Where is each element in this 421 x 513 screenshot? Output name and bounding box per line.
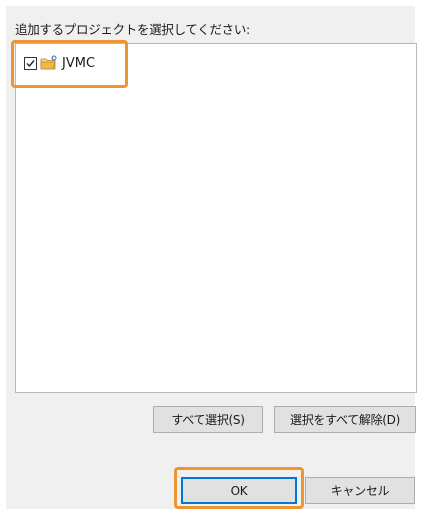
project-checkbox[interactable] <box>24 56 37 70</box>
deselect-all-button[interactable]: 選択をすべて解除(D) <box>274 406 416 433</box>
dialog-prompt: 追加するプロジェクトを選択してください: <box>15 22 250 37</box>
select-all-button[interactable]: すべて選択(S) <box>153 406 263 433</box>
project-item-jvmc[interactable]: J JVMC <box>24 53 95 73</box>
checkmark-icon <box>26 59 35 67</box>
svg-text:J: J <box>51 56 53 61</box>
project-folder-icon: J <box>40 55 57 70</box>
ok-button[interactable]: OK <box>181 477 297 504</box>
cancel-button[interactable]: キャンセル <box>305 477 415 504</box>
project-label: JVMC <box>62 55 96 71</box>
project-list[interactable]: J JVMC <box>15 43 417 393</box>
add-project-dialog: 追加するプロジェクトを選択してください: J JVMC すべて選択(S) 選択を… <box>6 6 417 509</box>
